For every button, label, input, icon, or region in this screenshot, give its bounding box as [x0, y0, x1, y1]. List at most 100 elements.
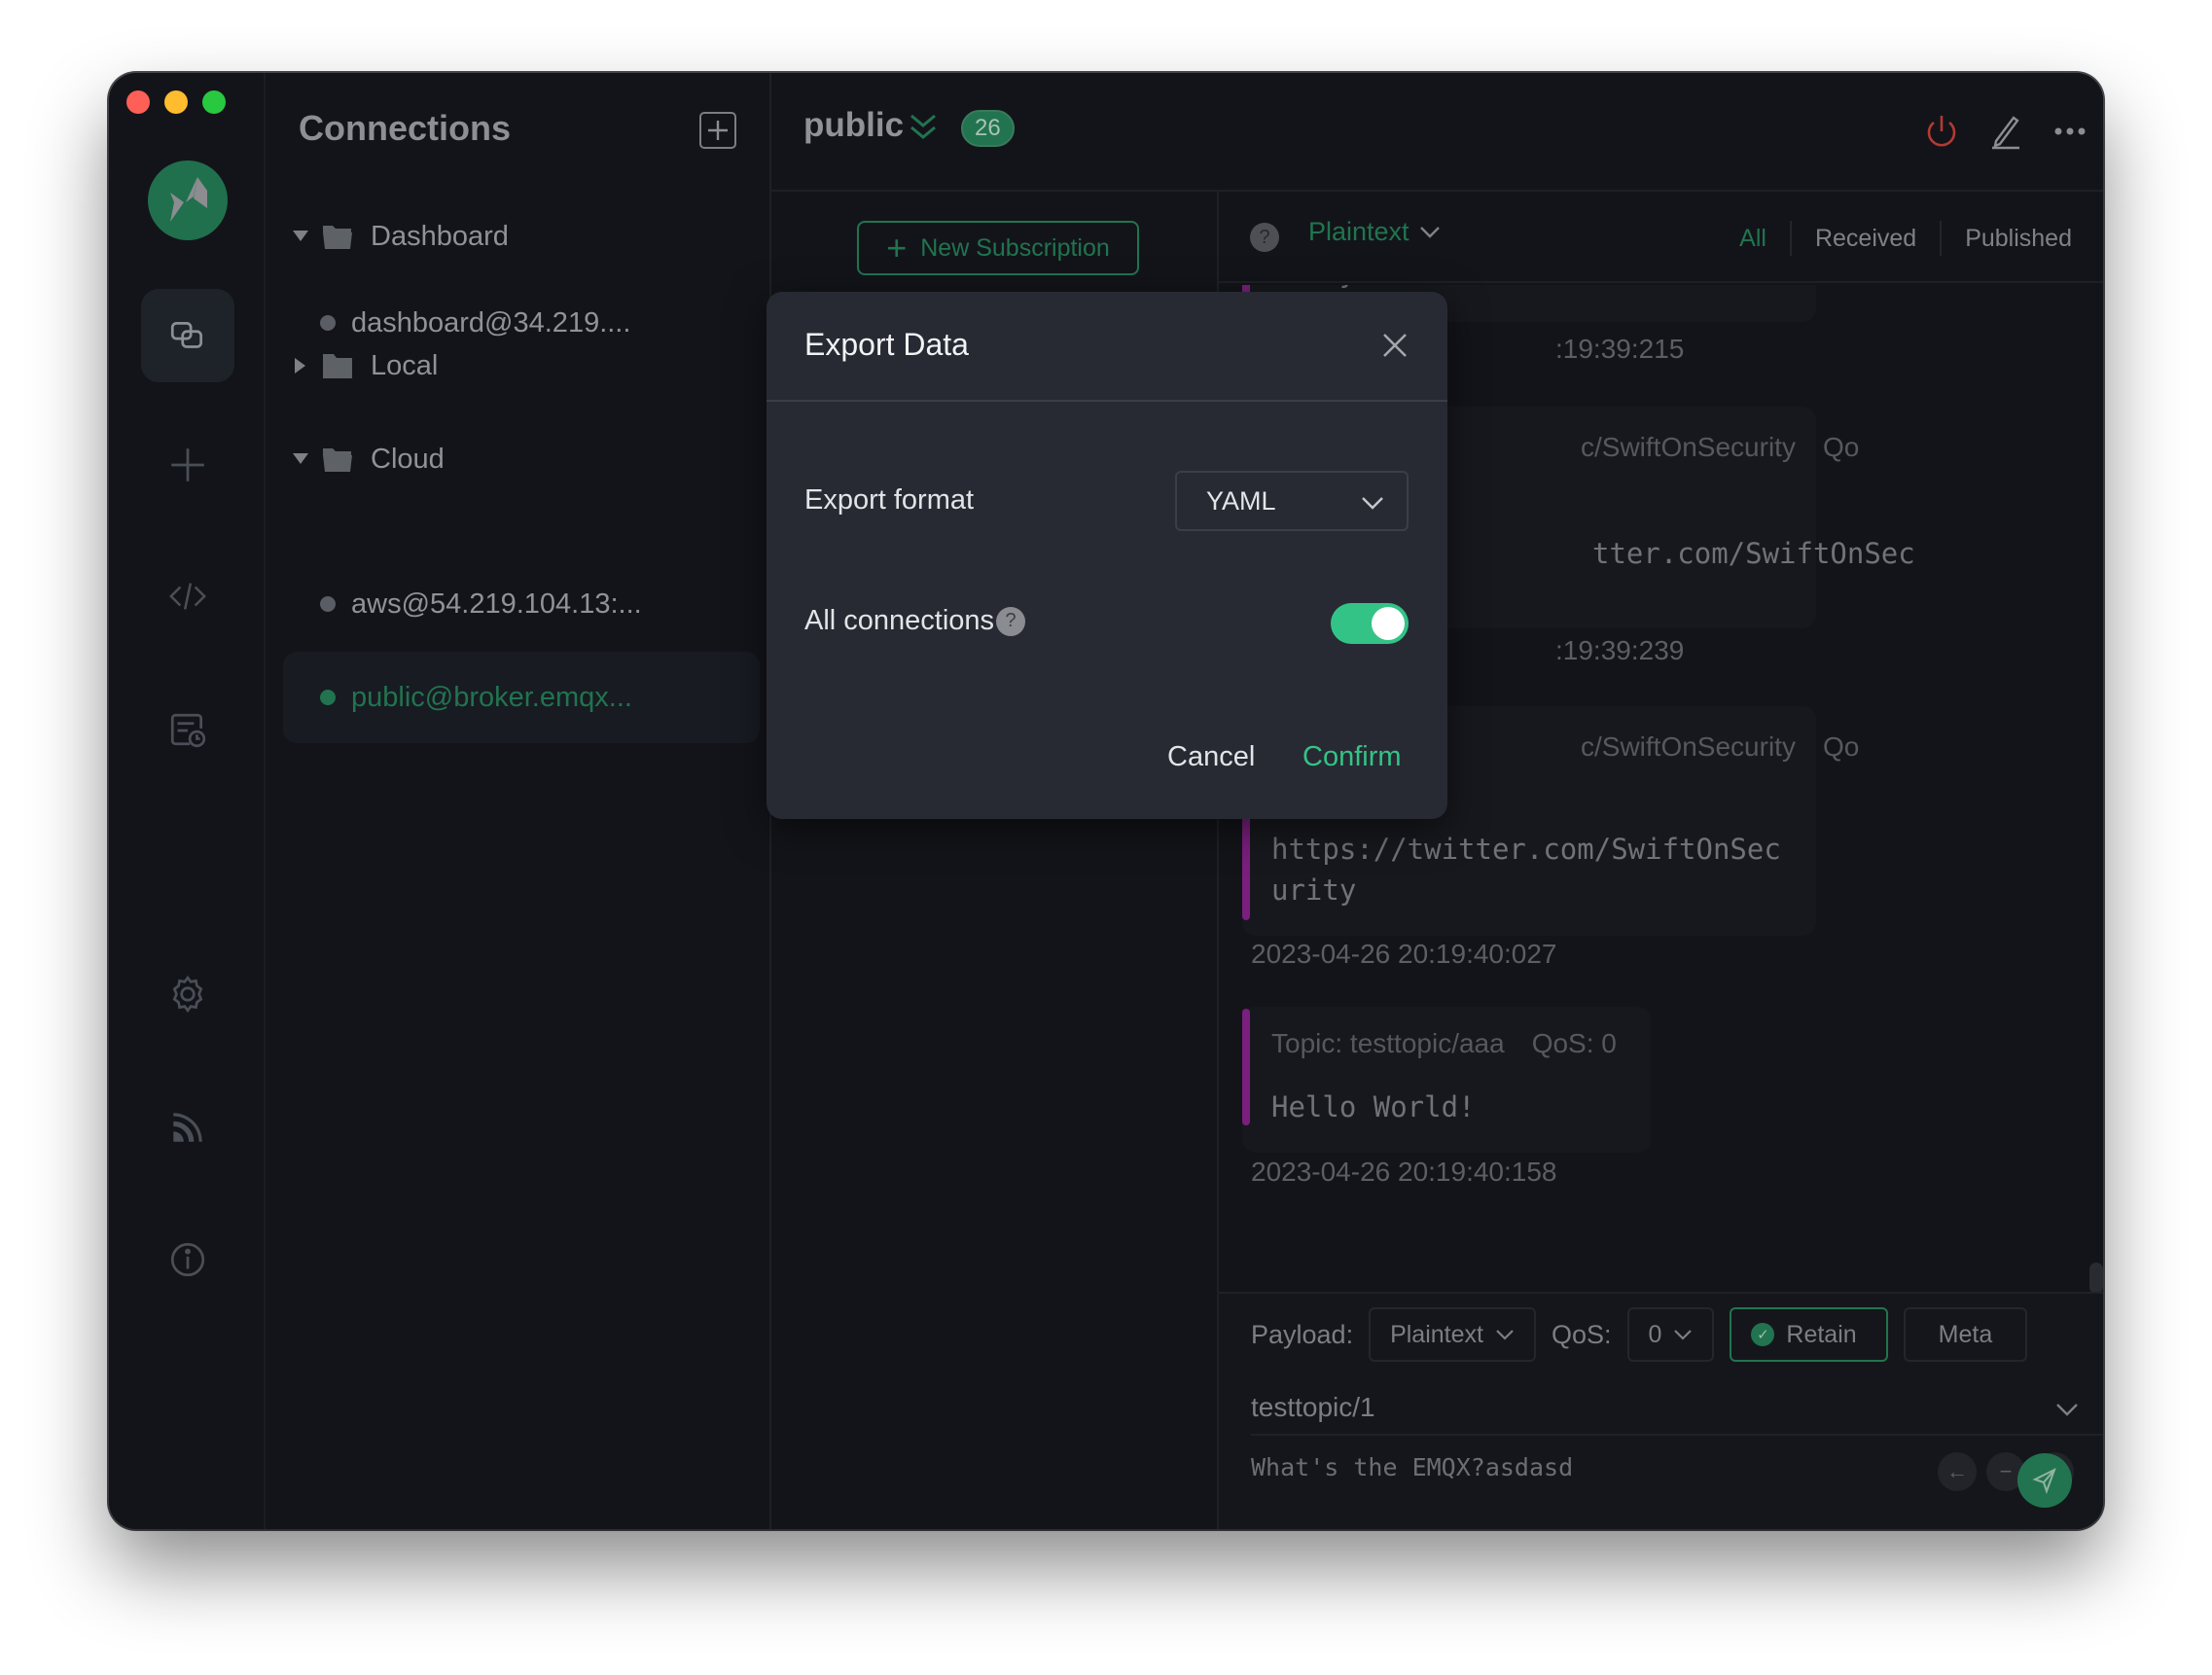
- publish-topic-input[interactable]: testtopic/1: [1251, 1381, 2103, 1436]
- connection-name: public: [803, 106, 905, 144]
- confirm-button[interactable]: Confirm: [1302, 741, 1402, 773]
- messages-toolbar: ? Plaintext All Received Published: [1219, 192, 2103, 283]
- connection-item[interactable]: aws@54.219.104.13:...: [283, 558, 760, 650]
- edit-pencil-icon[interactable]: [1986, 112, 2025, 151]
- connection-label: public@broker.emqx...: [351, 681, 632, 713]
- window-close-button[interactable]: [126, 90, 150, 114]
- message-list-scrollbar[interactable]: [2089, 1263, 2103, 1292]
- publish-payload-input[interactable]: What's the EMQX?asdasd: [1251, 1453, 1573, 1481]
- plus-icon: [171, 448, 204, 481]
- connections-panel: Connections Dashboard dashboard@34.219..…: [266, 73, 771, 1529]
- message-body: https://twitter.com/SwiftOnSec urity: [1271, 833, 1781, 907]
- message-meta: c/SwiftOnSecurity Qo: [1581, 731, 1859, 763]
- cancel-button[interactable]: Cancel: [1167, 741, 1255, 773]
- retain-checkbox[interactable]: ✓ Retain: [1730, 1307, 1888, 1362]
- close-icon[interactable]: [1381, 332, 1409, 359]
- payload-format-value: Plaintext: [1308, 217, 1409, 246]
- message-count-badge: 26: [961, 110, 1015, 147]
- caret-down-icon: [289, 225, 312, 248]
- chevron-down-icon[interactable]: [2054, 1397, 2080, 1422]
- new-subscription-label: New Subscription: [920, 233, 1110, 262]
- export-format-value: YAML: [1206, 485, 1276, 516]
- message-topic: c/SwiftOnSecurity: [1581, 731, 1796, 762]
- nav-script[interactable]: [141, 550, 234, 643]
- meta-label: Meta: [1938, 1320, 1993, 1348]
- status-dot-online: [320, 690, 336, 705]
- meta-button[interactable]: Meta: [1903, 1307, 2028, 1362]
- chevron-double-down-icon[interactable]: [908, 110, 939, 143]
- payload-format-value: Plaintext: [1390, 1320, 1483, 1348]
- chevron-down-icon: [1419, 226, 1440, 238]
- folder-label: Dashboard: [371, 220, 509, 252]
- filter-tab-published[interactable]: Published: [1940, 221, 2072, 256]
- folder-open-icon: [323, 448, 352, 472]
- export-data-dialog: Export Data Export format YAML All conne…: [767, 292, 1447, 819]
- add-connection-button[interactable]: [699, 112, 736, 149]
- message-qos: Qo: [1822, 432, 1860, 462]
- window-maximize-button[interactable]: [202, 90, 226, 114]
- caret-right-icon: [289, 354, 312, 377]
- all-connections-label: All connections: [804, 605, 995, 636]
- message-card[interactable]: Topic: testtopic/aaa QoS: 0 Hello World!: [1242, 1007, 1651, 1153]
- help-icon[interactable]: ?: [1250, 223, 1279, 252]
- retain-label: Retain: [1786, 1320, 1857, 1348]
- folder-open-icon: [323, 226, 352, 249]
- message-qos: QoS: 0: [1531, 1028, 1617, 1058]
- payload-label: Payload:: [1251, 1319, 1354, 1349]
- feed-icon: [173, 1113, 202, 1142]
- message-filter-tabs: All Received Published: [1716, 221, 2072, 256]
- filter-tab-all[interactable]: All: [1716, 221, 1790, 256]
- toggle-knob: [1372, 607, 1405, 640]
- nav-about[interactable]: [141, 1213, 234, 1306]
- disconnect-power-icon[interactable]: [1922, 112, 1961, 151]
- mqttx-logo-icon: [170, 177, 207, 222]
- window-controls: [126, 90, 226, 114]
- message-meta: c/SwiftOnSecurity Qo: [1581, 432, 1859, 463]
- message-timestamp: :19:39:215: [1555, 334, 1685, 364]
- arrow-left-icon[interactable]: ←: [1938, 1452, 1977, 1491]
- chevron-down-icon: [1362, 497, 1383, 510]
- connection-label: dashboard@34.219....: [351, 306, 631, 339]
- all-connections-toggle[interactable]: [1331, 603, 1409, 644]
- log-icon: [170, 713, 206, 748]
- folder-icon: [323, 354, 352, 378]
- nav-connections[interactable]: [141, 289, 234, 382]
- info-icon: [170, 1242, 205, 1277]
- folder-label: Local: [371, 349, 439, 381]
- folder-dashboard[interactable]: Dashboard: [289, 217, 509, 256]
- message-body: Hello World!: [1271, 1090, 1476, 1123]
- icon-sidebar: [109, 73, 266, 1529]
- more-dots-icon[interactable]: [2051, 112, 2089, 151]
- nav-new-connection[interactable]: [141, 418, 234, 512]
- payload-format-select[interactable]: Plaintext: [1308, 217, 1441, 247]
- gear-icon: [172, 975, 203, 1014]
- folder-label: Cloud: [371, 443, 445, 475]
- message-body: tter.com/SwiftOnSec: [1592, 537, 1915, 570]
- nav-settings[interactable]: [141, 947, 234, 1041]
- dialog-header: Export Data: [767, 292, 1447, 402]
- qos-value: 0: [1648, 1320, 1662, 1348]
- publish-options: Payload: Plaintext QoS: 0 ✓ Retain Meta: [1251, 1307, 2028, 1362]
- send-button[interactable]: [2017, 1453, 2072, 1508]
- payload-format-dropdown[interactable]: Plaintext: [1369, 1307, 1536, 1362]
- message-timestamp: :19:39:239: [1555, 635, 1685, 665]
- app-logo: [148, 160, 228, 240]
- new-subscription-button[interactable]: + New Subscription: [857, 221, 1139, 275]
- connection-item-active[interactable]: public@broker.emqx...: [283, 652, 760, 743]
- plus-icon: +: [886, 228, 908, 267]
- status-dot-offline: [320, 315, 336, 331]
- connections-title: Connections: [299, 108, 512, 148]
- status-dot-offline: [320, 596, 336, 612]
- nav-log[interactable]: [141, 683, 234, 776]
- chevron-down-icon: [1496, 1330, 1514, 1340]
- caret-down-icon: [289, 447, 312, 471]
- folder-cloud[interactable]: Cloud: [289, 440, 445, 479]
- window-minimize-button[interactable]: [164, 90, 188, 114]
- nav-subscribe[interactable]: [141, 1081, 234, 1174]
- help-icon[interactable]: ?: [996, 606, 1026, 636]
- export-format-select[interactable]: YAML: [1175, 471, 1409, 531]
- folder-local[interactable]: Local: [289, 346, 438, 385]
- filter-tab-received[interactable]: Received: [1789, 221, 1940, 256]
- check-icon: ✓: [1751, 1323, 1775, 1346]
- qos-dropdown[interactable]: 0: [1626, 1307, 1715, 1362]
